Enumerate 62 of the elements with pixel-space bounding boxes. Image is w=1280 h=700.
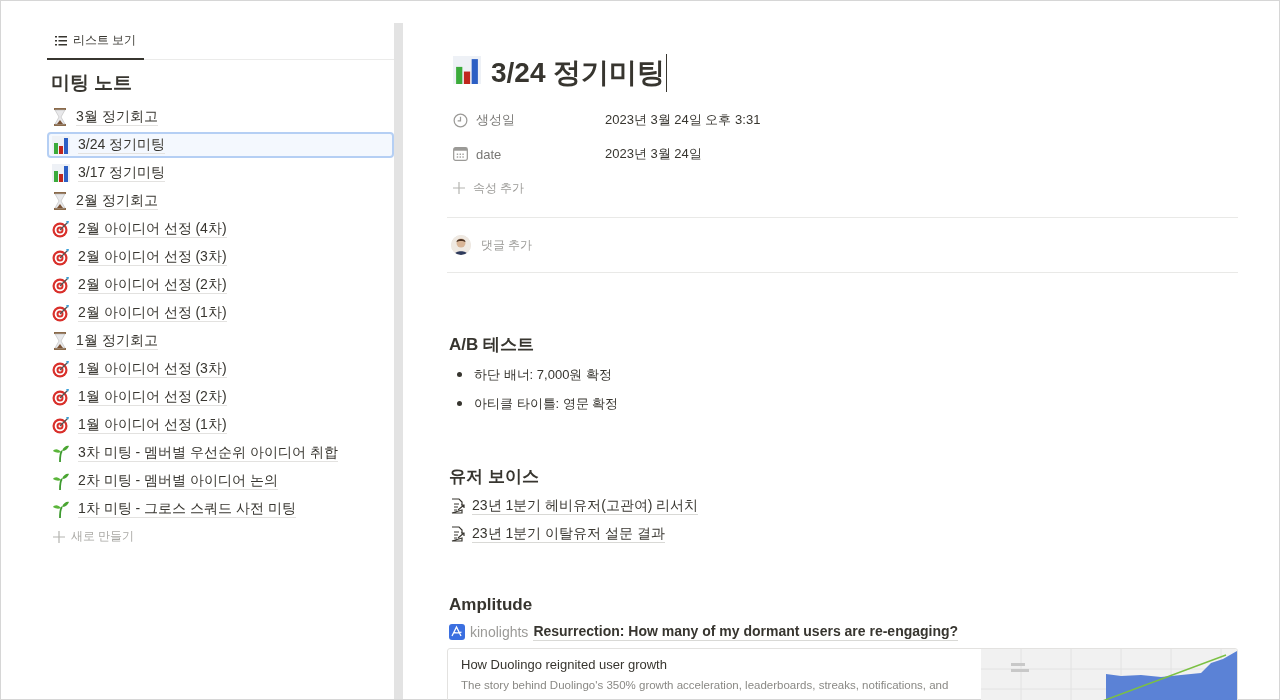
bar-chart-icon <box>453 55 481 84</box>
page-link[interactable]: 23년 1분기 이탈유저 설문 결과 <box>472 525 665 543</box>
page-item[interactable]: 3/17 정기미팅 <box>47 160 394 186</box>
dart-target-icon <box>52 248 70 266</box>
page-item[interactable]: 2차 미팅 - 멤버별 아이디어 논의 <box>47 468 394 494</box>
avatar <box>451 235 471 255</box>
page-item[interactable]: 3/24 정기미팅 <box>47 132 394 158</box>
section-heading: Amplitude <box>449 595 534 615</box>
bookmark-card[interactable]: How Duolingo reignited user growth The story behind Duolingo's 350% growth acceleration, leaderboards, streaks, notifications, and <box>447 648 1238 700</box>
property-name: 생성일 <box>476 111 515 129</box>
page-item[interactable]: 1월 아이디어 선정 (1차) <box>47 412 394 438</box>
clock-icon <box>453 112 468 128</box>
bullet-icon <box>457 401 462 406</box>
page-item[interactable]: 1월 아이디어 선정 (3차) <box>47 356 394 382</box>
database-title: 미팅 노트 <box>51 71 134 95</box>
property-name: date <box>476 146 502 162</box>
bar-chart-icon <box>52 164 70 182</box>
sprout-icon <box>52 444 70 462</box>
page-item[interactable]: 2월 정기회고 <box>47 188 394 214</box>
bullet-text: 아티클 타이틀: 영문 확정 <box>474 395 619 412</box>
hourglass-icon <box>52 192 68 210</box>
scrollbar[interactable] <box>394 23 403 699</box>
dart-target-icon <box>52 304 70 322</box>
page-item[interactable]: 3월 정기회고 <box>47 104 394 130</box>
bullet-icon <box>457 372 462 377</box>
dart-target-icon <box>52 388 70 406</box>
dart-target-icon <box>52 276 70 294</box>
bookmark-description: The story behind Duolingo's 350% growth acceleration, leaderboards, streaks, notifications, and <box>461 678 950 692</box>
page-item[interactable]: 1월 정기회고 <box>47 328 394 354</box>
page-item[interactable]: 2월 아이디어 선정 (4차) <box>47 216 394 242</box>
dart-target-icon <box>52 416 70 434</box>
bar-chart-icon <box>52 136 70 154</box>
bookmark-title: How Duolingo reignited user growth <box>461 657 668 673</box>
page-item[interactable]: 3차 미팅 - 멤버별 우선순위 아이디어 취합 <box>47 440 394 466</box>
workspace-name: kinolights <box>470 624 529 640</box>
view-tab[interactable]: 리스트 보기 <box>47 32 145 60</box>
plus-icon <box>453 182 465 194</box>
page-item[interactable]: 1월 아이디어 선정 (2차) <box>47 384 394 410</box>
page-item[interactable]: 1차 미팅 - 그로스 스쿼드 사전 미팅 <box>47 496 394 522</box>
section-heading: A/B 테스트 <box>449 334 535 356</box>
property-value[interactable]: 2023년 3월 24일 <box>605 145 702 163</box>
hourglass-icon <box>52 108 68 126</box>
bullet-text: 하단 배너: 7,000원 확정 <box>474 366 612 383</box>
page-item[interactable]: 2월 아이디어 선정 (1차) <box>47 300 394 326</box>
mention-link[interactable]: Resurrection: How many of my dormant users are re-engaging? <box>533 623 959 641</box>
page-title[interactable]: 3/24 정기미팅 <box>453 55 1238 91</box>
page-link[interactable]: 23년 1분기 헤비유저(고관여) 리서치 <box>472 497 699 515</box>
list-icon <box>55 35 67 46</box>
calendar-icon <box>453 147 468 161</box>
page-item[interactable]: 2월 아이디어 선정 (3차) <box>47 244 394 270</box>
plus-icon <box>53 530 65 543</box>
document-arrow-icon <box>450 498 466 514</box>
section-heading: 유저 보이스 <box>449 466 540 488</box>
hourglass-icon <box>52 332 68 350</box>
app-icon <box>449 624 465 640</box>
page-item[interactable]: 2월 아이디어 선정 (2차) <box>47 272 394 298</box>
dart-target-icon <box>52 220 70 238</box>
sprout-icon <box>52 500 70 518</box>
dart-target-icon <box>52 360 70 378</box>
sprout-icon <box>52 472 70 490</box>
document-arrow-icon <box>450 526 466 542</box>
property-value[interactable]: 2023년 3월 24일 오후 3:31 <box>605 111 761 129</box>
